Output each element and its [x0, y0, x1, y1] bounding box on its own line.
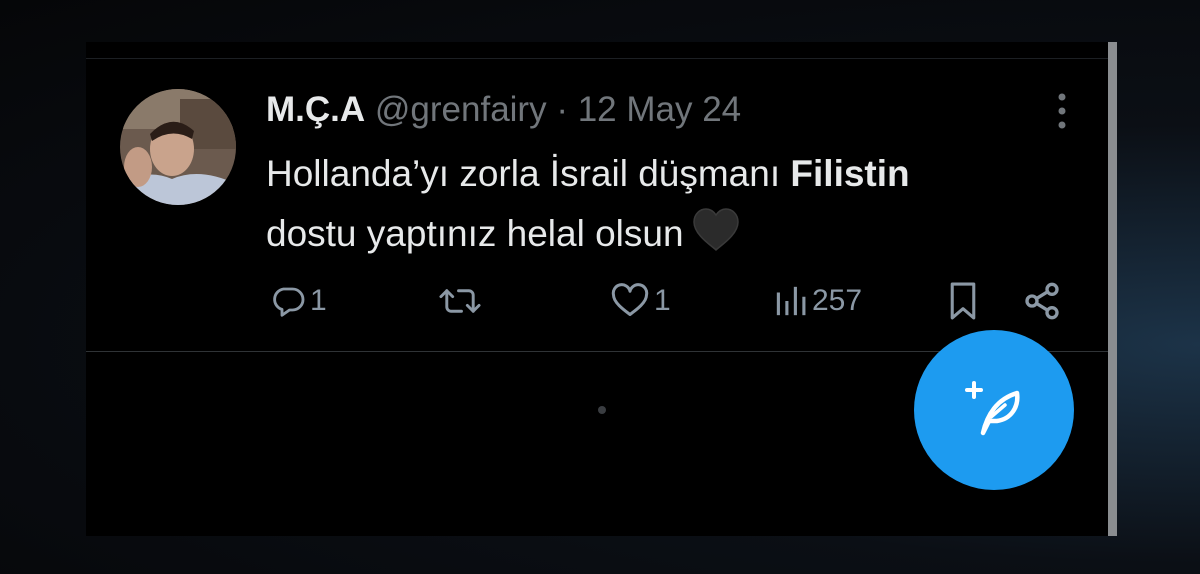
like-button[interactable]: 1	[610, 280, 671, 322]
like-icon	[611, 283, 649, 316]
tweet-text-part1: Hollanda’yı zorla İsrail düşmanı	[266, 153, 791, 194]
tweet-text: Hollanda’yı zorla İsrail düşmanı Filisti…	[266, 144, 1066, 264]
more-vertical-icon[interactable]	[1052, 92, 1072, 130]
tweet-text-part2: dostu yaptınız helal olsun	[266, 213, 684, 254]
share-button[interactable]	[1022, 280, 1062, 322]
avatar-image	[120, 89, 236, 205]
handle[interactable]: @grenfairy	[375, 90, 547, 129]
retweet-icon	[439, 289, 481, 313]
like-count: 1	[654, 284, 671, 317]
views-button[interactable]: 257	[774, 280, 862, 322]
views-count: 257	[812, 284, 863, 317]
tweet-header: M.Ç.A @grenfairy · 12 May 24	[266, 88, 741, 132]
compose-icon	[965, 381, 1020, 436]
header-separator: ·	[556, 90, 568, 129]
reply-count: 1	[310, 284, 327, 317]
bookmark-button[interactable]	[944, 280, 982, 322]
reply-icon	[273, 287, 305, 317]
retweet-button[interactable]	[438, 280, 482, 322]
avatar[interactable]	[120, 89, 236, 205]
tweet-text-bold: Filistin	[790, 153, 910, 194]
top-divider	[86, 58, 1114, 59]
bookmark-icon	[950, 282, 976, 320]
loading-dot	[598, 406, 606, 414]
tweet-date[interactable]: 12 May 24	[578, 90, 741, 129]
views-icon	[776, 286, 806, 316]
black-heart-emoji	[692, 208, 739, 252]
compose-button[interactable]	[914, 330, 1074, 490]
scrollbar[interactable]	[1108, 42, 1117, 536]
display-name[interactable]: M.Ç.A	[266, 90, 365, 129]
share-icon	[1025, 282, 1059, 320]
reply-button[interactable]: 1	[270, 280, 327, 322]
